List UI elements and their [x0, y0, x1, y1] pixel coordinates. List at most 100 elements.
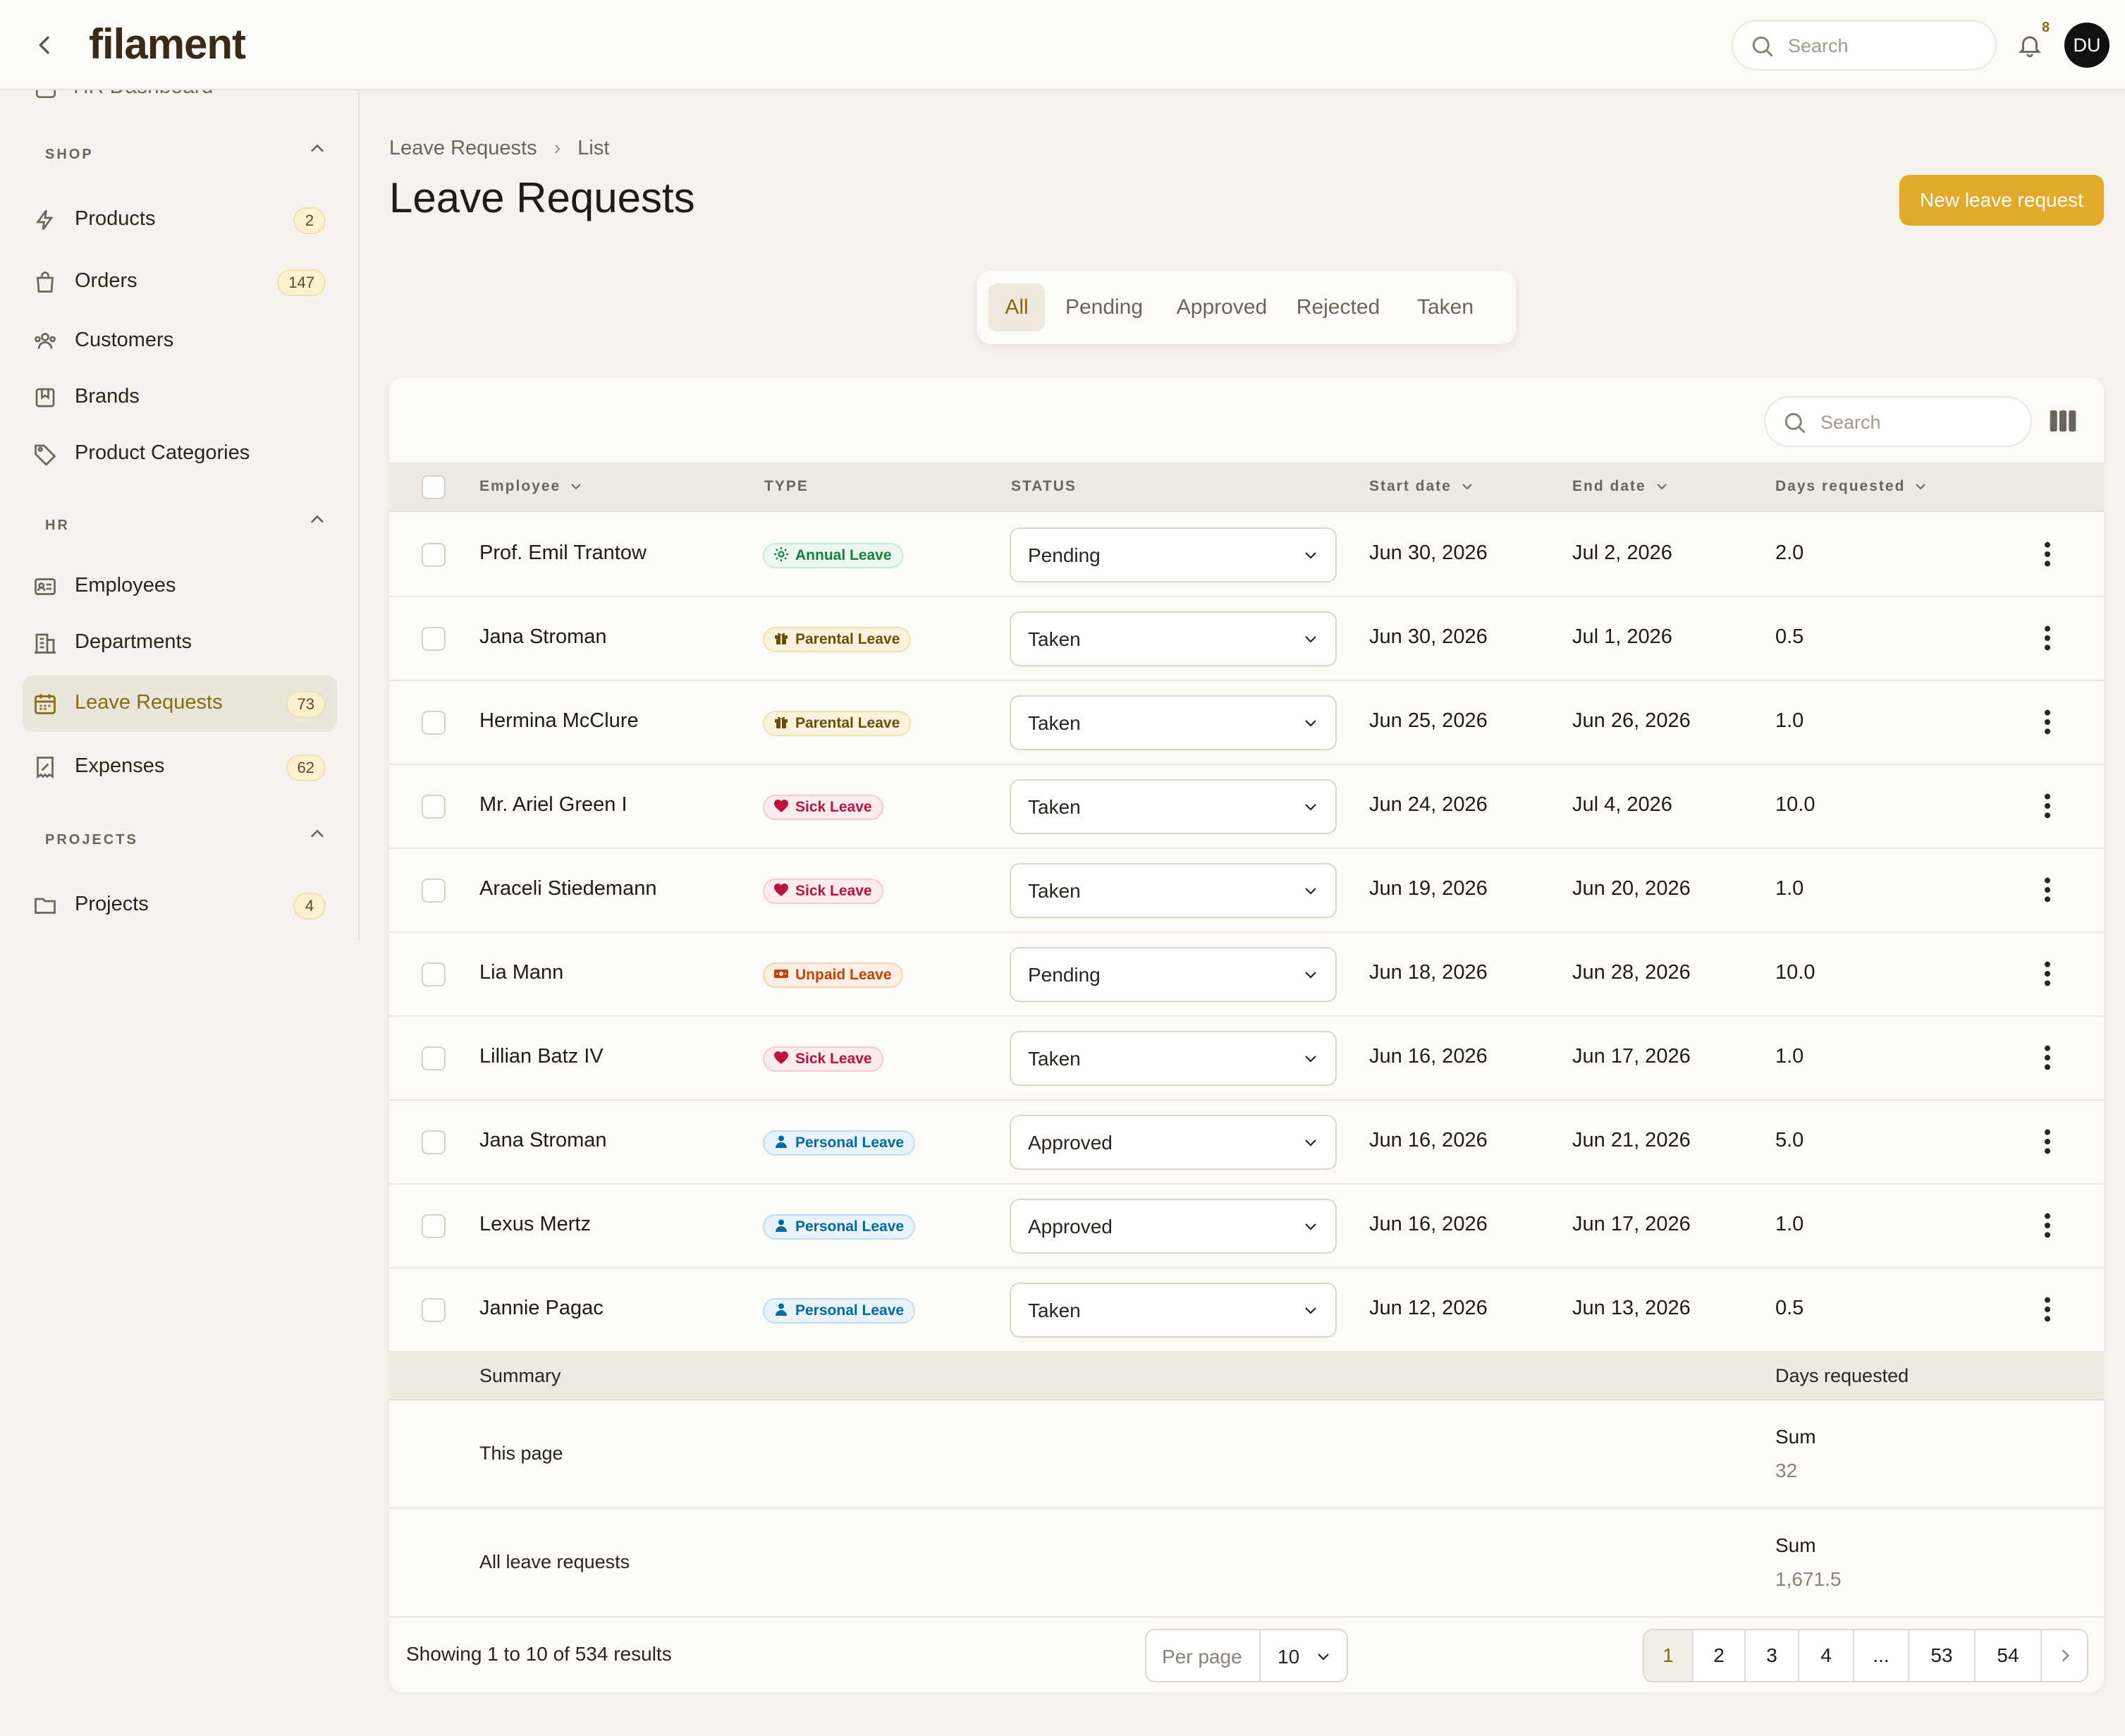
- table-row[interactable]: Jana Stroman Parental Leave Taken Jun 30, 2…: [389, 597, 2104, 681]
- page-button-4[interactable]: 4: [1799, 1630, 1854, 1681]
- page-button-2[interactable]: 2: [1694, 1630, 1746, 1681]
- more-vertical-icon[interactable]: [2042, 1295, 2053, 1324]
- leave-type-label: Sick Leave: [795, 1051, 872, 1067]
- more-vertical-icon[interactable]: [2042, 540, 2053, 568]
- status-select[interactable]: Taken: [1010, 695, 1337, 750]
- sidebar-item-brands[interactable]: Brands: [23, 369, 337, 426]
- more-vertical-icon[interactable]: [2042, 792, 2053, 820]
- sidebar-item-leave-requests[interactable]: Leave Requests 73: [23, 676, 337, 732]
- table-row[interactable]: Lia Mann Unpaid Leave Pending Jun 18, 2026 J…: [389, 933, 2104, 1017]
- sidebar-item-expenses[interactable]: Expenses 62: [23, 739, 337, 795]
- status-select[interactable]: Approved: [1010, 1115, 1337, 1170]
- row-checkbox[interactable]: [422, 1046, 446, 1070]
- next-page-button[interactable]: [2042, 1630, 2087, 1681]
- more-vertical-icon[interactable]: [2042, 708, 2053, 736]
- sidebar-item-departments[interactable]: Departments: [23, 615, 337, 671]
- column-header-employee[interactable]: Employee: [479, 478, 583, 495]
- column-header-end-date[interactable]: End date: [1572, 478, 1669, 495]
- table-row[interactable]: Araceli Stiedemann Sick Leave Taken Jun 19,…: [389, 849, 2104, 933]
- status-select[interactable]: Taken: [1010, 611, 1337, 666]
- breadcrumb-parent[interactable]: Leave Requests: [389, 137, 537, 159]
- chevron-up-icon[interactable]: [307, 512, 327, 526]
- row-checkbox[interactable]: [422, 627, 446, 651]
- tab-taken[interactable]: Taken: [1400, 283, 1490, 331]
- status-select[interactable]: Pending: [1010, 947, 1337, 1002]
- more-vertical-icon[interactable]: [2042, 1127, 2053, 1156]
- user-icon: [776, 1219, 787, 1233]
- more-vertical-icon[interactable]: [2042, 960, 2053, 988]
- more-vertical-icon[interactable]: [2042, 1211, 2053, 1240]
- tab-approved[interactable]: Approved: [1169, 283, 1275, 331]
- select-all-checkbox[interactable]: [422, 475, 446, 499]
- user-avatar[interactable]: DU: [2064, 23, 2109, 68]
- chevron-up-icon[interactable]: [307, 826, 327, 841]
- per-page-select[interactable]: Per page 10: [1145, 1629, 1348, 1682]
- tab-all[interactable]: All: [988, 283, 1045, 331]
- row-checkbox[interactable]: [422, 962, 446, 986]
- sidebar-item-hr-dashboard[interactable]: HR Dashboard: [73, 90, 213, 99]
- app-logo[interactable]: filament: [89, 20, 246, 68]
- sidebar-item-orders[interactable]: Orders 147: [23, 254, 337, 310]
- columns-icon[interactable]: [2049, 409, 2077, 433]
- status-select[interactable]: Pending: [1010, 527, 1337, 582]
- sidebar-item-products[interactable]: Products 2: [23, 192, 337, 248]
- row-checkbox[interactable]: [422, 1130, 446, 1154]
- column-header-start-date[interactable]: Start date: [1369, 478, 1474, 495]
- table-row[interactable]: Jana Stroman Personal Leave Approved Jun 16…: [389, 1101, 2104, 1185]
- page-button-54[interactable]: 54: [1976, 1630, 2042, 1681]
- folder-icon: [35, 898, 56, 914]
- bell-icon[interactable]: [2016, 31, 2043, 59]
- table-row[interactable]: Jannie Pagac Personal Leave Taken Jun 12, 2…: [389, 1269, 2104, 1352]
- sidebar-item-product-categories[interactable]: Product Categories: [23, 426, 337, 482]
- status-select[interactable]: Approved: [1010, 1199, 1337, 1254]
- row-checkbox[interactable]: [422, 711, 446, 735]
- chevron-down-icon: [1305, 1056, 1316, 1063]
- summary-row-all: All leave requests Sum 1,671.5: [389, 1509, 2104, 1618]
- leave-type-badge: Annual Leave: [763, 543, 903, 568]
- chevron-left-icon[interactable]: [31, 31, 59, 59]
- more-vertical-icon[interactable]: [2042, 1044, 2053, 1072]
- employee-name: Hermina McClure: [479, 709, 639, 732]
- status-select[interactable]: Taken: [1010, 1031, 1337, 1086]
- sidebar-item-projects[interactable]: Projects 4: [23, 877, 337, 934]
- tag-icon: [35, 444, 56, 466]
- row-checkbox[interactable]: [422, 879, 446, 903]
- global-search-input[interactable]: Search: [1732, 20, 1997, 71]
- table-row[interactable]: Hermina McClure Parental Leave Taken Jun 25…: [389, 681, 2104, 765]
- table-row[interactable]: Lillian Batz IV Sick Leave Taken Jun 16, 20…: [389, 1017, 2104, 1101]
- column-label: Employee: [479, 478, 561, 494]
- page-button-3[interactable]: 3: [1746, 1630, 1799, 1681]
- summary-key: Sum: [1775, 1534, 1816, 1556]
- more-vertical-icon[interactable]: [2042, 876, 2053, 904]
- sidebar-item-customers[interactable]: Customers: [23, 313, 337, 369]
- chevron-down-icon: [1318, 1654, 1329, 1661]
- start-date: Jun 16, 2026: [1369, 1045, 1488, 1068]
- column-label: End date: [1572, 478, 1646, 494]
- more-vertical-icon[interactable]: [2042, 624, 2053, 652]
- row-checkbox[interactable]: [422, 795, 446, 819]
- summary-key: Sum: [1775, 1426, 1816, 1448]
- status-select[interactable]: Taken: [1010, 1283, 1337, 1338]
- column-header-days-requested[interactable]: Days requested: [1775, 478, 1928, 495]
- row-checkbox[interactable]: [422, 1214, 446, 1238]
- row-checkbox[interactable]: [422, 543, 446, 567]
- end-date: Jun 28, 2026: [1572, 961, 1691, 984]
- new-leave-request-button[interactable]: New leave request: [1899, 175, 2104, 226]
- table-row[interactable]: Mr. Ariel Green I Sick Leave Taken Jun 24, …: [389, 765, 2104, 849]
- table-search-input[interactable]: Search: [1764, 396, 2032, 447]
- status-select[interactable]: Taken: [1010, 779, 1337, 834]
- row-checkbox[interactable]: [422, 1298, 446, 1322]
- page-button-1[interactable]: 1: [1644, 1630, 1694, 1681]
- chevron-down-icon: [1305, 1223, 1316, 1230]
- chevron-down-icon: [1305, 804, 1316, 811]
- tab-rejected[interactable]: Rejected: [1289, 283, 1388, 331]
- tab-pending[interactable]: Pending: [1055, 283, 1153, 331]
- table-row[interactable]: Prof. Emil Trantow Annual Leave Pending Jun…: [389, 513, 2104, 597]
- chevron-up-icon[interactable]: [307, 141, 327, 155]
- end-date: Jul 4, 2026: [1572, 793, 1672, 816]
- sidebar-item-label: Product Categories: [75, 441, 250, 464]
- status-select[interactable]: Taken: [1010, 863, 1337, 918]
- page-button-53[interactable]: 53: [1909, 1630, 1976, 1681]
- table-row[interactable]: Lexus Mertz Personal Leave Approved Jun 16,…: [389, 1185, 2104, 1269]
- sidebar-item-employees[interactable]: Employees: [23, 558, 337, 615]
